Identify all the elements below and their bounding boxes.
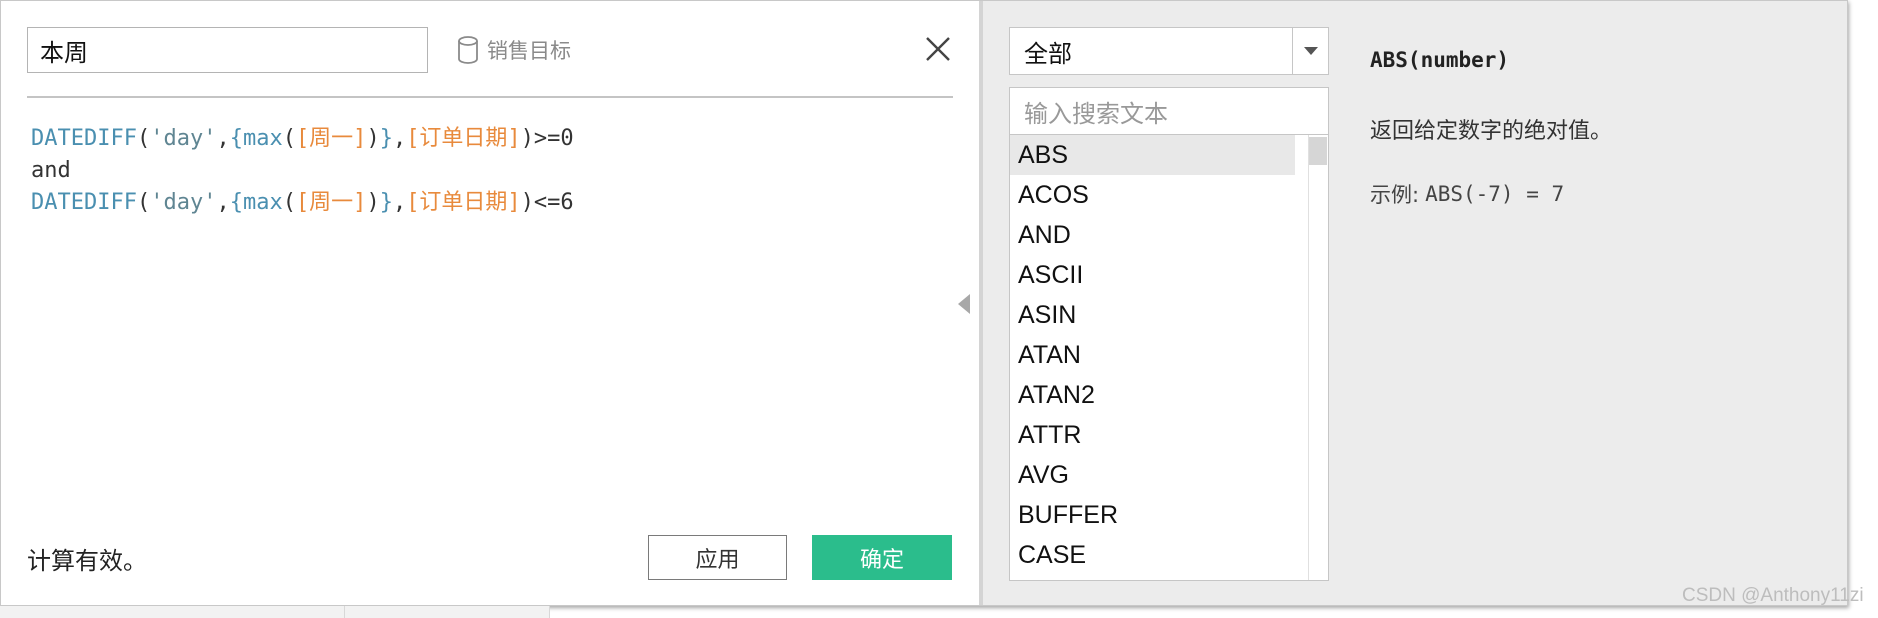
ok-button[interactable]: 确定 xyxy=(812,535,952,580)
formula-token: ( xyxy=(136,190,151,215)
apply-button[interactable]: 应用 xyxy=(648,535,787,580)
editor-pane: 销售目标 DATEDIFF('day',{max([周一])},[订单日期])>… xyxy=(1,1,976,605)
formula-token: [订单日期] xyxy=(406,190,521,215)
function-list-item[interactable]: ACOS xyxy=(1010,175,1295,215)
function-list-item[interactable]: ASIN xyxy=(1010,295,1295,335)
function-list-item[interactable]: BUFFER xyxy=(1010,495,1295,535)
validation-status: 计算有效。 xyxy=(27,547,147,575)
formula-token: ( xyxy=(136,126,151,151)
background-panel xyxy=(345,606,550,618)
formula-token: DATEDIFF xyxy=(31,126,137,151)
formula-token: and xyxy=(31,158,71,183)
divider xyxy=(27,96,953,98)
function-list-item[interactable]: ATTR xyxy=(1010,415,1295,455)
formula-token: ( xyxy=(282,126,296,151)
formula-token: {max xyxy=(229,126,283,151)
caret-down-icon[interactable] xyxy=(1292,28,1328,74)
formula-token: [周一] xyxy=(295,190,367,215)
formula-token: ) xyxy=(366,126,380,151)
function-list-item[interactable]: AND xyxy=(1010,215,1295,255)
formula-editor[interactable]: DATEDIFF('day',{max([周一])},[订单日期])>=0 and… xyxy=(31,123,574,219)
formula-token: , xyxy=(392,126,407,151)
formula-token: , xyxy=(392,190,407,215)
function-list[interactable]: ABS ACOS AND ASCII ASIN ATAN ATAN2 ATTR AVG BUFFE… xyxy=(1009,135,1329,581)
scrollbar[interactable] xyxy=(1308,135,1328,580)
formula-line: DATEDIFF('day',{max([周一])},[订单日期])<=6 xyxy=(31,187,574,219)
function-reference-pane: 全部 输入搜索文本 ABS ACOS AND ASCII ASIN ATAN ATAN2 AT… xyxy=(979,1,1847,605)
formula-token: } xyxy=(379,126,393,151)
formula-token: , xyxy=(216,190,230,215)
formula-token: [周一] xyxy=(295,126,367,151)
watermark: CSDN @Anthony11zi xyxy=(1682,585,1864,606)
formula-token: )>=0 xyxy=(520,126,574,151)
help-example-label: 示例: xyxy=(1370,183,1420,207)
caret-left-icon[interactable] xyxy=(958,294,970,314)
close-icon[interactable] xyxy=(923,34,953,64)
formula-line: and xyxy=(31,155,574,187)
help-example: 示例: ABS(-7) = 7 xyxy=(1370,179,1564,209)
formula-token: DATEDIFF xyxy=(31,190,137,215)
help-example-code: ABS(-7) = 7 xyxy=(1425,182,1565,206)
formula-token: , xyxy=(216,126,230,151)
calc-name-input[interactable] xyxy=(27,27,428,73)
formula-token: 'day' xyxy=(150,190,217,215)
datasource-name: 销售目标 xyxy=(487,39,571,63)
function-list-item[interactable]: CASE xyxy=(1010,535,1295,575)
formula-token: {max xyxy=(229,190,283,215)
category-select[interactable]: 全部 xyxy=(1009,27,1329,75)
cylinder-icon xyxy=(458,36,478,64)
formula-token: } xyxy=(379,190,393,215)
function-list-item[interactable]: ATAN2 xyxy=(1010,375,1295,415)
formula-token: ) xyxy=(366,190,380,215)
formula-line: DATEDIFF('day',{max([周一])},[订单日期])>=0 xyxy=(31,123,574,155)
function-list-item[interactable]: ASCII xyxy=(1010,255,1295,295)
function-list-item[interactable]: AVG xyxy=(1010,455,1295,495)
formula-token: ( xyxy=(282,190,296,215)
background-panel xyxy=(0,606,345,618)
function-search-input[interactable]: 输入搜索文本 xyxy=(1009,87,1329,135)
datasource-label: 销售目标 xyxy=(457,34,571,66)
function-list-item[interactable]: ABS xyxy=(1010,135,1295,175)
function-list-item[interactable]: ATAN xyxy=(1010,335,1295,375)
formula-token: [订单日期] xyxy=(406,126,521,151)
formula-token: 'day' xyxy=(150,126,217,151)
calculation-dialog: 销售目标 DATEDIFF('day',{max([周一])},[订单日期])>… xyxy=(0,0,1848,606)
scrollbar-thumb[interactable] xyxy=(1309,137,1327,165)
formula-token: )<=6 xyxy=(520,190,574,215)
category-value: 全部 xyxy=(1024,39,1072,68)
help-signature: ABS(number) xyxy=(1370,48,1510,72)
help-description: 返回给定数字的绝对值。 xyxy=(1370,119,1613,144)
